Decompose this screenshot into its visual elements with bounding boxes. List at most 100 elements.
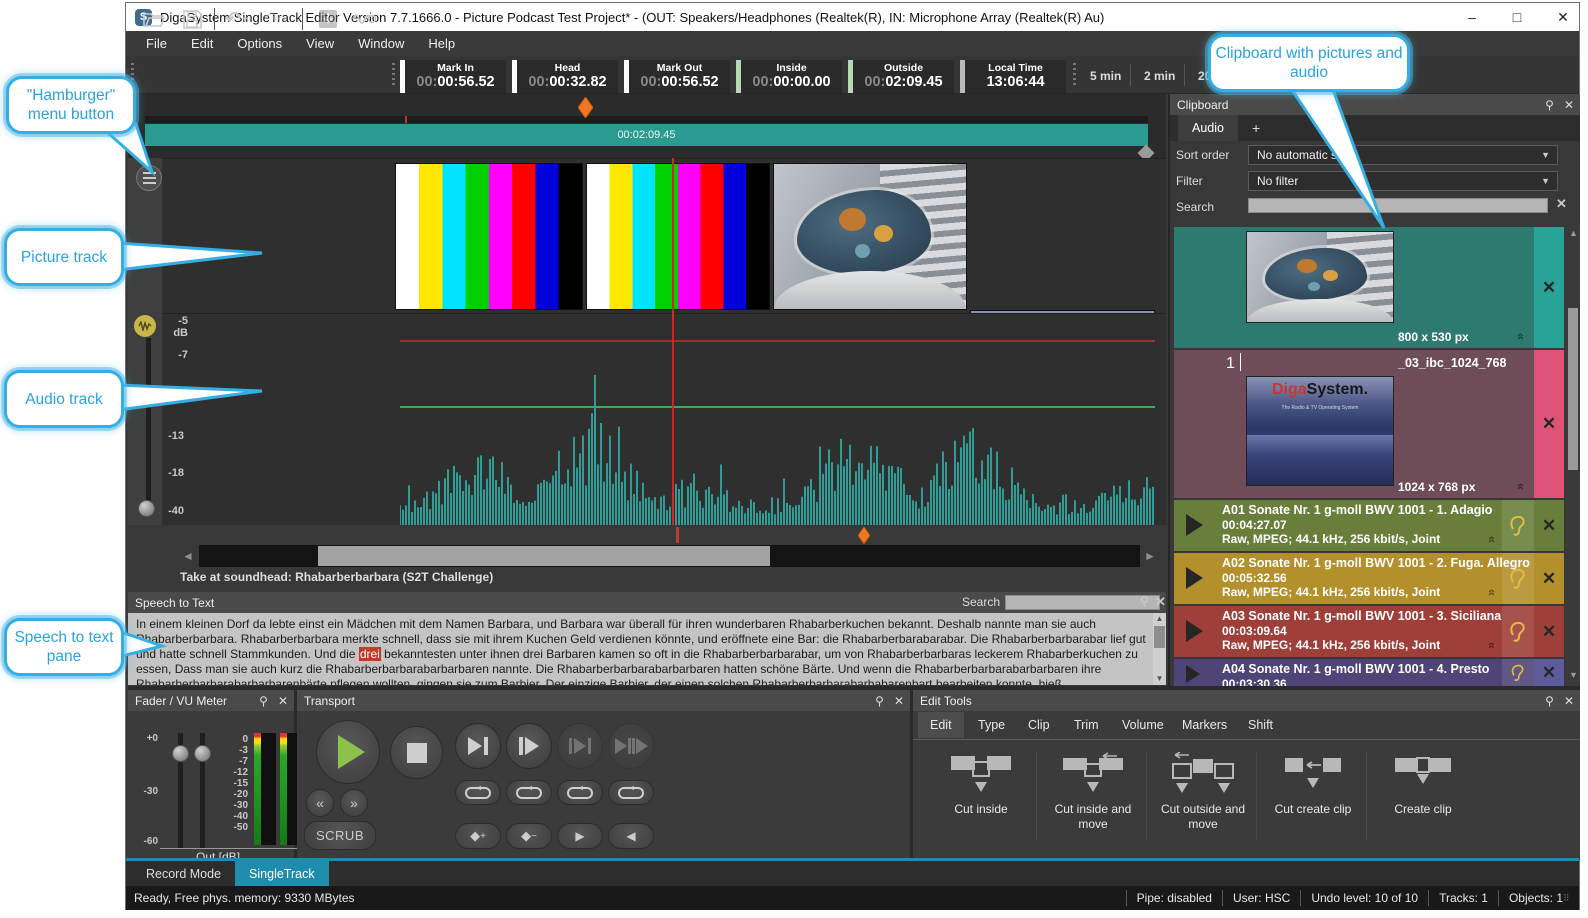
clipboard-close-icon[interactable]: ✕	[1564, 98, 1574, 112]
picture-thumbnail[interactable]	[1246, 231, 1394, 323]
timecode-mark-in[interactable]: Mark In 00:00:56.52	[400, 60, 506, 93]
collapse-chevrons-icon[interactable]: »	[1483, 536, 1498, 543]
remove-item-button[interactable]: ✕	[1534, 553, 1564, 604]
tool-cut-create-clip[interactable]: Cut create clip	[1260, 752, 1366, 817]
marker-next-button[interactable]: ▶	[557, 823, 603, 849]
timecode-local-time[interactable]: Local Time 13:06:44	[960, 60, 1066, 93]
clipboard-scroll-up-icon[interactable]: ▲	[1569, 228, 1578, 238]
collapse-chevrons-icon[interactable]: »	[1512, 333, 1527, 340]
tab-singletrack[interactable]: SingleTrack	[235, 861, 329, 886]
audio-track-icon[interactable]	[134, 315, 156, 337]
waveform-tool-icon[interactable]	[352, 8, 376, 30]
edit-tools-tab-edit[interactable]: Edit	[918, 712, 964, 738]
loop-inside-button[interactable]	[455, 780, 501, 805]
timecode-outside[interactable]: Outside 00:02:09.45	[848, 60, 954, 93]
edit-tools-tab-clip[interactable]: Clip	[1016, 712, 1062, 738]
audio-waveform[interactable]	[400, 314, 1155, 525]
open-folder-icon[interactable]	[142, 8, 166, 30]
clipboard-tab-audio[interactable]: Audio	[1178, 115, 1238, 141]
play-from-mark-button[interactable]	[506, 723, 552, 769]
preview-ear-icon[interactable]	[1502, 606, 1534, 657]
undo-icon[interactable]: ↶▾	[224, 8, 248, 30]
fader-close-icon[interactable]: ✕	[278, 694, 288, 708]
tool-cut-outside-move[interactable]: Cut outside and move	[1150, 752, 1256, 832]
minimize-button[interactable]: –	[1450, 3, 1494, 31]
remove-item-button[interactable]: ✕	[1534, 500, 1564, 551]
track-gain-slider[interactable]	[146, 338, 151, 514]
forward-button[interactable]: »	[340, 789, 368, 817]
preview-ear-icon[interactable]	[1502, 500, 1534, 551]
marker-prev-button[interactable]: ◀	[608, 823, 654, 849]
redo-icon[interactable]: ↷▾	[264, 8, 288, 30]
clipboard-picture-item-diga[interactable]: 1 _03_ibc_1024_768 DigaSystem. The Radio…	[1174, 350, 1564, 498]
edit-tools-pin-icon[interactable]: ⚲	[1545, 694, 1554, 708]
title-bar[interactable]: S DigaSystem SingleTrack Editor Version …	[126, 3, 1579, 31]
transport-close-icon[interactable]: ✕	[894, 694, 904, 708]
edit-tools-close-icon[interactable]: ✕	[1564, 694, 1574, 708]
remove-item-button[interactable]: ✕	[1534, 659, 1564, 686]
fader-left-knob[interactable]	[172, 745, 189, 762]
playhead-line[interactable]	[672, 158, 674, 525]
clipboard-audio-item-a04[interactable]: A04 Sonate Nr. 1 g-moll BWV 1001 - 4. Pr…	[1174, 659, 1564, 686]
horizontal-scrollbar-thumb[interactable]	[318, 546, 770, 566]
stop-button[interactable]	[390, 726, 443, 779]
picture-clip-colorbars-2[interactable]	[586, 163, 770, 310]
menu-window[interactable]: Window	[346, 33, 416, 54]
play-icon[interactable]	[1186, 665, 1200, 683]
clipboard-search-input[interactable]	[1248, 198, 1548, 213]
play-around-mark-button[interactable]	[608, 723, 654, 769]
play-icon[interactable]	[1186, 514, 1203, 536]
play-to-mark-button[interactable]	[455, 723, 501, 769]
timeline-position-bar[interactable]: 00:02:09.45	[145, 124, 1148, 146]
scrub-button[interactable]: SCRUB	[304, 821, 376, 850]
play-icon[interactable]	[1186, 567, 1203, 589]
speech-scrollbar[interactable]: ▲ ▼	[1153, 613, 1166, 685]
edit-tools-tab-type[interactable]: Type	[966, 712, 1017, 738]
edit-tools-tab-markers[interactable]: Markers	[1170, 712, 1239, 738]
clipboard-scrollbar-thumb[interactable]	[1568, 308, 1578, 470]
play-icon[interactable]	[1186, 620, 1203, 642]
clipboard-search-clear-icon[interactable]: ✕	[1556, 196, 1567, 212]
rewind-button[interactable]: «	[306, 789, 334, 817]
hamburger-menu-button[interactable]	[136, 165, 162, 191]
sort-order-dropdown[interactable]: No automatic sort▼	[1248, 145, 1558, 165]
tool-create-clip[interactable]: Create clip	[1370, 752, 1476, 817]
clipboard-tab-add[interactable]: +	[1238, 115, 1274, 141]
edit-tools-tab-shift[interactable]: Shift	[1236, 712, 1285, 738]
picture-clip-lizard[interactable]	[773, 163, 967, 310]
timecode-head[interactable]: Head 00:00:32.82	[512, 60, 618, 93]
loop-all-button[interactable]	[608, 780, 654, 805]
collapse-chevrons-icon[interactable]: »	[1483, 589, 1498, 596]
filter-dropdown[interactable]: No filter▼	[1248, 171, 1558, 191]
marker-remove-button[interactable]: ◆−	[506, 823, 552, 849]
preview-ear-icon[interactable]	[1502, 659, 1534, 686]
collapse-chevrons-icon[interactable]: »	[1512, 483, 1527, 490]
edit-tools-tab-volume[interactable]: Volume	[1110, 712, 1176, 738]
clipboard-pin-icon[interactable]: ⚲	[1545, 98, 1554, 112]
zoom-5min-button[interactable]: 5 min	[1080, 62, 1131, 90]
speech-transcript[interactable]: In einem kleinen Dorf da lebte einst ein…	[128, 613, 1166, 685]
import-icon[interactable]	[316, 8, 340, 30]
clipboard-picture-item-lizard[interactable]: 800 x 530 px »	[1174, 227, 1564, 348]
clipboard-audio-item-a01[interactable]: A01 Sonate Nr. 1 g-moll BWV 1001 - 1. Ad…	[1174, 500, 1564, 551]
timecode-inside[interactable]: Inside 00:00:00.00	[736, 60, 842, 93]
collapse-chevrons-icon[interactable]: »	[1483, 642, 1498, 649]
remove-item-button[interactable]: ✕	[1534, 227, 1564, 348]
tool-cut-inside[interactable]: Cut inside	[928, 752, 1034, 817]
picture-thumbnail[interactable]: DigaSystem. The Radio & TV Operating Sys…	[1246, 376, 1394, 486]
menu-options[interactable]: Options	[225, 33, 294, 54]
track-gain-knob[interactable]	[138, 500, 155, 517]
speech-close-icon[interactable]: ✕	[1155, 594, 1166, 610]
picture-clip-colorbars-1[interactable]	[395, 163, 583, 310]
play-button[interactable]	[316, 720, 380, 784]
clipboard-scroll-down-icon[interactable]: ▼	[1569, 670, 1578, 680]
zoom-2min-button[interactable]: 2 min	[1134, 62, 1185, 90]
scroll-left-icon[interactable]: ◄	[182, 549, 194, 563]
transport-pin-icon[interactable]: ⚲	[875, 694, 884, 708]
clipboard-audio-item-a03[interactable]: A03 Sonate Nr. 1 g-moll BWV 1001 - 3. Si…	[1174, 606, 1564, 657]
close-button[interactable]: ✕	[1541, 3, 1585, 31]
clipboard-audio-item-a02[interactable]: A02 Sonate Nr. 1 g-moll BWV 1001 - 2. Fu…	[1174, 553, 1564, 604]
timeline-minimap[interactable]	[145, 116, 1148, 123]
menu-edit[interactable]: Edit	[179, 33, 225, 54]
menu-view[interactable]: View	[294, 33, 346, 54]
